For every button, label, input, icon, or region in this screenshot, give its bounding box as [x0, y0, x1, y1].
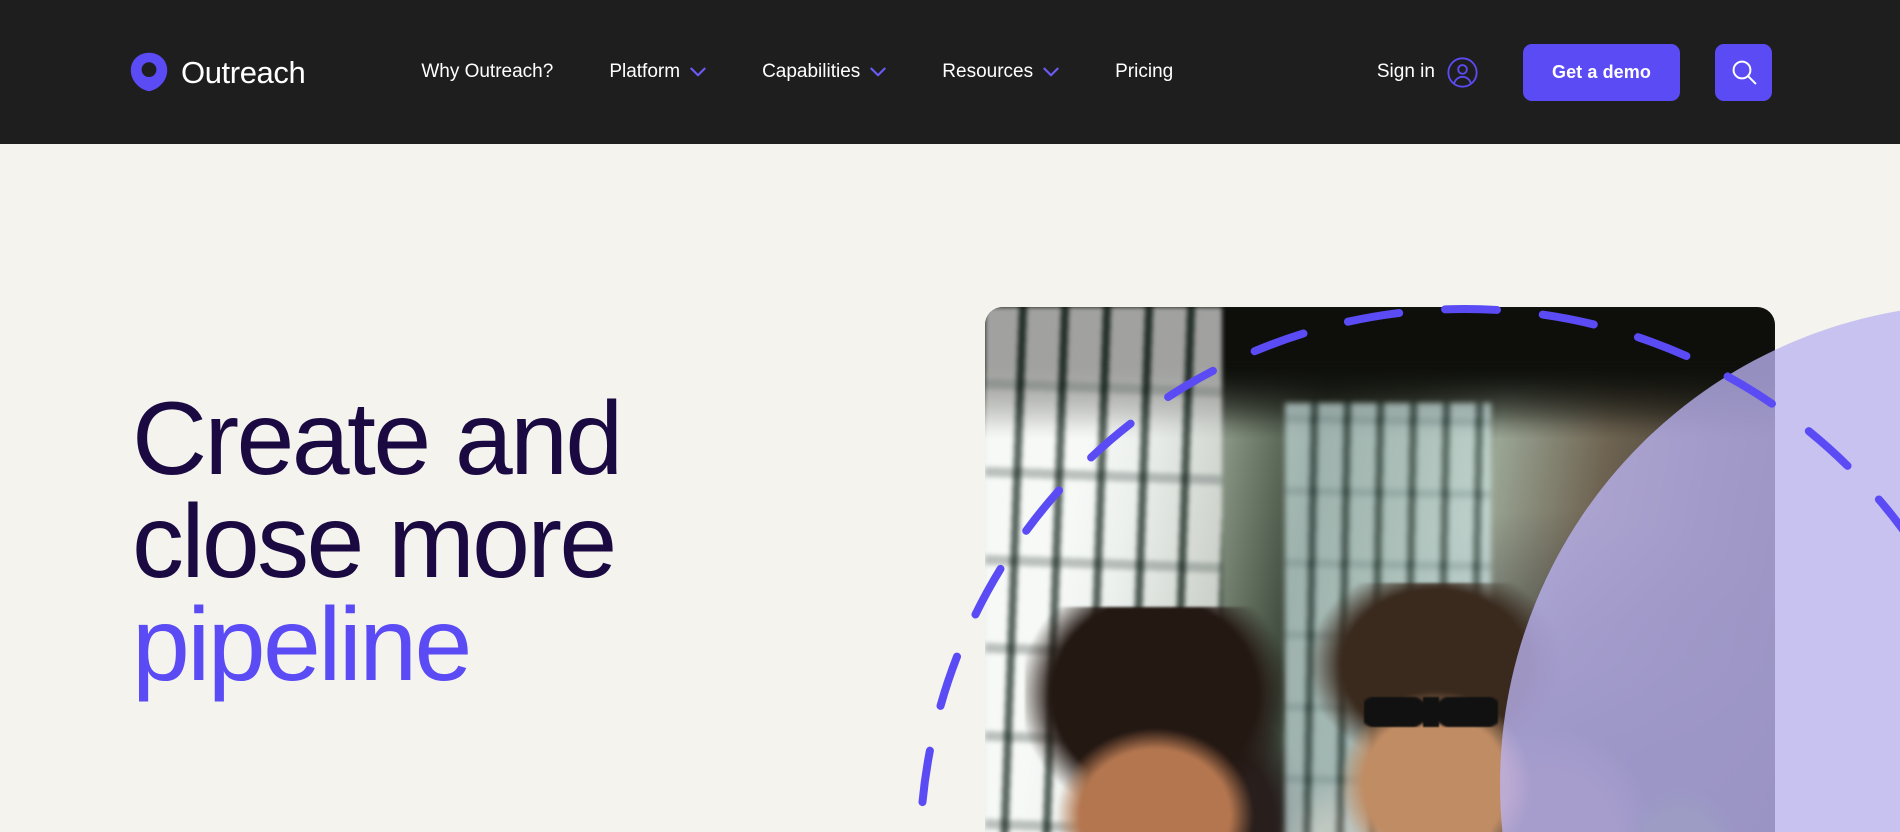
chevron-down-icon	[1043, 67, 1059, 77]
primary-navigation: Why Outreach? Platform Capabilities Reso…	[393, 42, 1201, 102]
sign-in-label: Sign in	[1376, 61, 1435, 82]
search-button[interactable]	[1715, 43, 1772, 101]
nav-label: Pricing	[1115, 61, 1174, 82]
nav-item-platform[interactable]: Platform	[581, 42, 734, 102]
nav-label: Resources	[942, 61, 1034, 82]
user-avatar-icon	[1447, 56, 1478, 88]
nav-label: Capabilities	[762, 61, 861, 82]
hero-heading-line-2: close more	[132, 483, 617, 600]
outreach-pin-logo-icon	[130, 52, 168, 92]
brand-logo-link[interactable]: Outreach	[130, 52, 306, 92]
search-icon	[1732, 60, 1756, 85]
nav-item-resources[interactable]: Resources	[914, 42, 1087, 102]
chevron-down-icon	[870, 67, 886, 77]
hero-heading-line-1: Create and	[132, 381, 623, 497]
nav-item-pricing[interactable]: Pricing	[1087, 42, 1201, 102]
nav-item-capabilities[interactable]: Capabilities	[734, 42, 914, 102]
nav-label: Why Outreach?	[421, 61, 554, 82]
get-a-demo-button[interactable]: Get a demo	[1522, 43, 1680, 101]
hero-heading-accent: pipeline	[132, 586, 472, 703]
site-header: Outreach Why Outreach? Platform Capabili…	[0, 0, 1900, 144]
nav-item-why-outreach[interactable]: Why Outreach?	[393, 42, 581, 102]
brand-name: Outreach	[181, 54, 306, 90]
sign-in-link[interactable]: Sign in	[1376, 56, 1478, 88]
nav-label: Platform	[609, 61, 681, 82]
eyeglasses	[1364, 697, 1499, 727]
chevron-down-icon	[690, 67, 706, 77]
hero-section: Create and close more pipeline	[0, 144, 1900, 832]
person-left	[1024, 607, 1286, 832]
header-actions: Sign in Get a demo	[1376, 43, 1772, 101]
hero-heading: Create and close more pipeline	[132, 387, 832, 697]
